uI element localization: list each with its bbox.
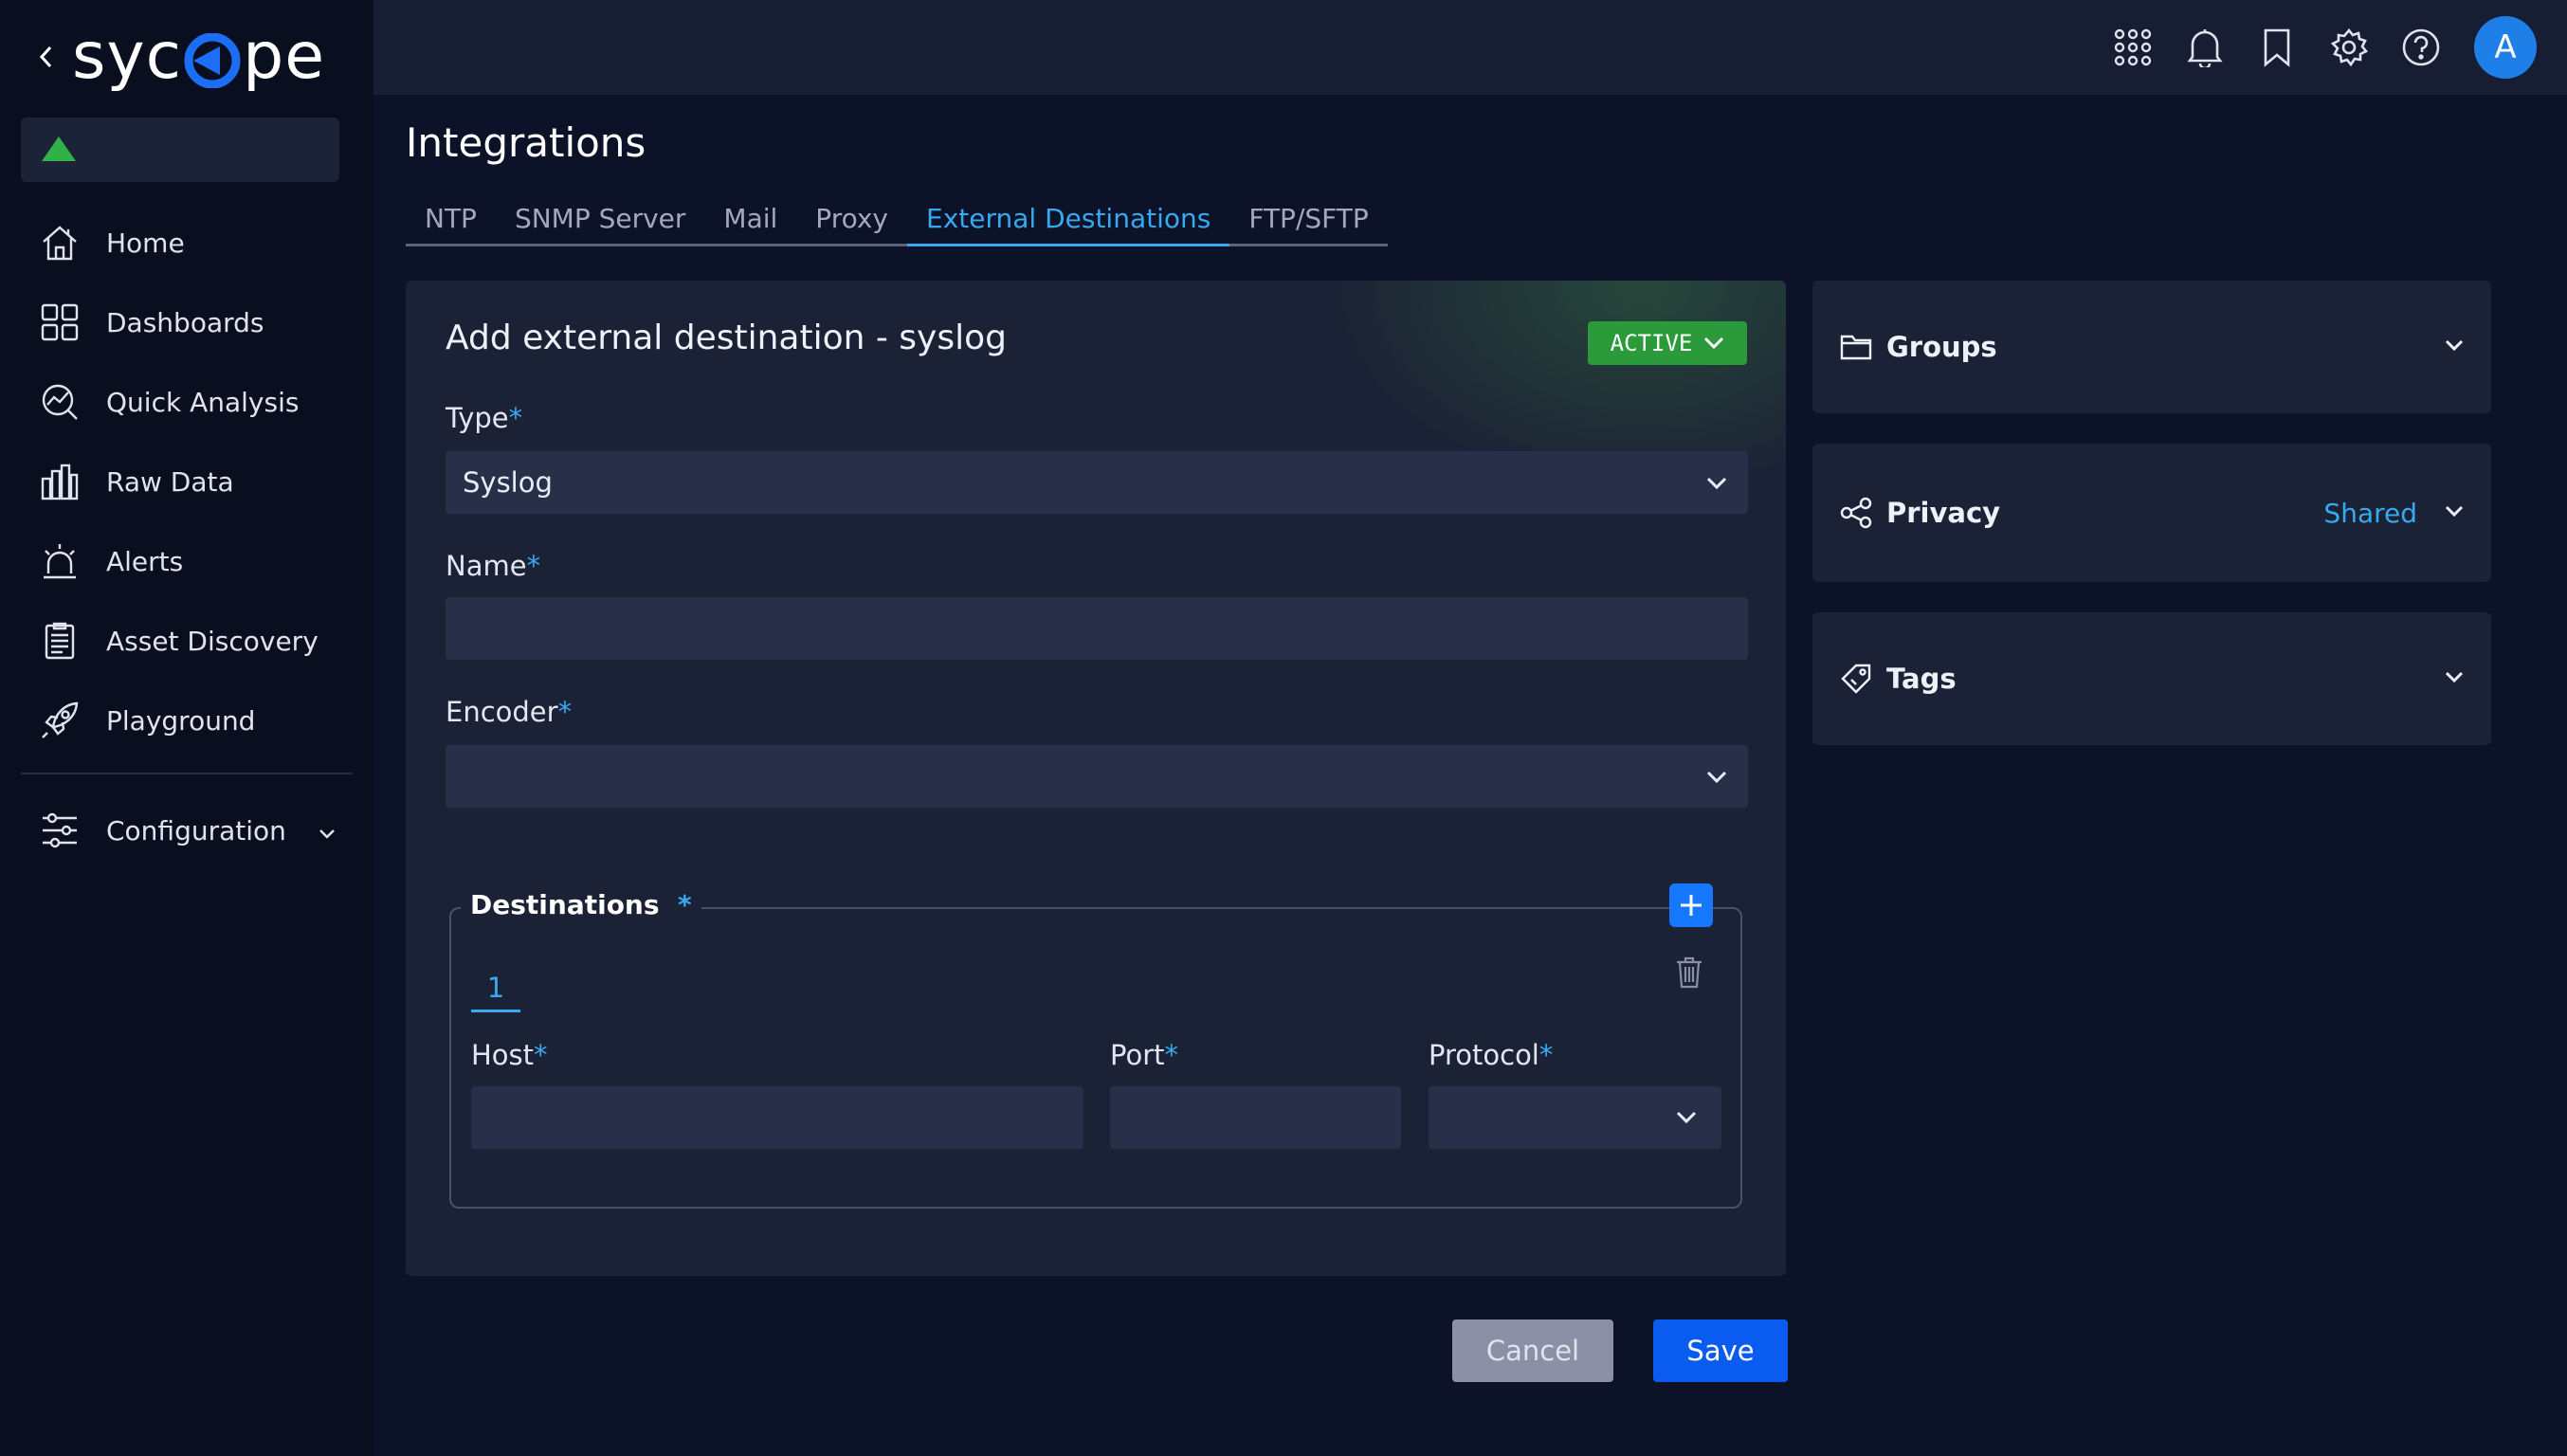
tab-external-destinations[interactable]: External Destinations: [907, 193, 1230, 246]
sidebar-item-home[interactable]: Home: [0, 203, 373, 282]
tab-bar: NTP SNMP Server Mail Proxy External Dest…: [406, 193, 1388, 246]
add-destination-button[interactable]: [1669, 883, 1713, 927]
plus-icon: [1681, 895, 1702, 916]
bookmark-icon[interactable]: [2252, 23, 2302, 72]
configuration-icon: [38, 809, 82, 852]
apps-grid-icon[interactable]: [2108, 23, 2157, 72]
bell-icon[interactable]: [2180, 23, 2230, 72]
privacy-panel[interactable]: Privacy Shared: [1812, 444, 2491, 582]
sidebar-item-label: Dashboards: [106, 306, 264, 338]
chevron-down-icon: [1704, 470, 1729, 502]
folder-icon: [1839, 330, 1873, 364]
help-icon[interactable]: [2396, 23, 2446, 72]
asset-discovery-icon: [38, 619, 82, 663]
back-chevron-icon[interactable]: [38, 45, 72, 69]
destination-tab-1[interactable]: 1: [471, 965, 520, 1012]
status-label: ACTIVE: [1610, 330, 1693, 356]
tab-mail[interactable]: Mail: [704, 193, 796, 244]
type-value: Syslog: [463, 466, 553, 499]
playground-icon: [38, 699, 82, 742]
sidebar-item-raw-data[interactable]: Raw Data: [0, 442, 373, 521]
chevron-down-icon: [2444, 504, 2465, 522]
home-icon: [38, 221, 82, 264]
host-input[interactable]: [471, 1086, 1083, 1149]
port-input[interactable]: [1110, 1086, 1401, 1149]
destinations-legend: Destinations *: [461, 885, 701, 923]
gear-icon[interactable]: [2324, 23, 2374, 72]
sidebar-item-asset-discovery[interactable]: Asset Discovery: [0, 601, 373, 681]
chevron-down-icon: [1674, 1105, 1699, 1134]
trash-icon[interactable]: [1674, 956, 1704, 993]
encoder-label: Encoder*: [446, 696, 573, 728]
sidebar-item-configuration[interactable]: Configuration: [0, 791, 373, 870]
dashboards-icon: [38, 300, 82, 344]
chevron-down-icon: [1704, 764, 1729, 796]
sidebar-item-label: Home: [106, 227, 185, 259]
chevron-down-icon: [1704, 337, 1724, 350]
tags-title: Tags: [1886, 663, 1957, 695]
sidebar-nav: Home Dashboards Quick Analysis Raw Data …: [0, 203, 373, 760]
sidebar-item-label: Raw Data: [106, 465, 234, 498]
page-title: Integrations: [406, 119, 646, 166]
encoder-select[interactable]: [446, 745, 1748, 808]
tag-icon: [1839, 662, 1873, 696]
environment-status[interactable]: [21, 118, 339, 182]
sidebar-item-label: Asset Discovery: [106, 625, 319, 657]
port-label: Port*: [1110, 1039, 1178, 1071]
tab-ftp-sftp[interactable]: FTP/SFTP: [1229, 193, 1387, 244]
chevron-down-icon: [319, 815, 336, 846]
logo-row: syc pe: [38, 21, 325, 93]
type-label: Type*: [446, 402, 523, 434]
protocol-select[interactable]: [1429, 1086, 1721, 1149]
sidebar-item-dashboards[interactable]: Dashboards: [0, 282, 373, 362]
sidebar-item-playground[interactable]: Playground: [0, 681, 373, 760]
sidebar: syc pe Home Dashboards Quick Analysis Ra…: [0, 0, 373, 1456]
host-label: Host*: [471, 1039, 548, 1071]
form-title: Add external destination - syslog: [446, 318, 1007, 357]
name-input[interactable]: [446, 597, 1748, 660]
name-label: Name*: [446, 550, 541, 582]
status-dropdown[interactable]: ACTIVE: [1588, 321, 1747, 365]
groups-panel[interactable]: Groups: [1812, 281, 2491, 413]
type-select[interactable]: Syslog: [446, 451, 1748, 514]
sidebar-divider: [21, 773, 353, 774]
tags-panel[interactable]: Tags: [1812, 612, 2491, 745]
privacy-value: Shared: [2323, 497, 2417, 529]
cancel-button[interactable]: Cancel: [1452, 1320, 1613, 1382]
logo[interactable]: syc pe: [72, 25, 325, 89]
topbar: A: [373, 0, 2567, 95]
save-button[interactable]: Save: [1653, 1320, 1788, 1382]
chevron-down-icon: [2444, 338, 2465, 356]
raw-data-icon: [38, 460, 82, 503]
protocol-label: Protocol*: [1429, 1039, 1554, 1071]
avatar[interactable]: A: [2474, 16, 2537, 79]
logo-mark-icon: [184, 32, 241, 89]
share-icon: [1839, 496, 1873, 530]
privacy-title: Privacy: [1886, 497, 2001, 529]
topbar-icons: A: [2085, 9, 2537, 85]
sidebar-item-alerts[interactable]: Alerts: [0, 521, 373, 601]
groups-title: Groups: [1886, 331, 1997, 363]
quick-analysis-icon: [38, 380, 82, 424]
tab-proxy[interactable]: Proxy: [796, 193, 907, 244]
alerts-icon: [38, 539, 82, 583]
sidebar-item-label: Alerts: [106, 545, 184, 577]
sidebar-item-quick-analysis[interactable]: Quick Analysis: [0, 362, 373, 442]
tab-ntp[interactable]: NTP: [406, 193, 496, 244]
sidebar-item-label: Playground: [106, 704, 256, 737]
chevron-down-icon: [2444, 670, 2465, 688]
configuration-label: Configuration: [106, 814, 286, 846]
tab-snmp-server[interactable]: SNMP Server: [496, 193, 704, 244]
sidebar-item-label: Quick Analysis: [106, 386, 300, 418]
status-up-icon: [42, 136, 76, 161]
